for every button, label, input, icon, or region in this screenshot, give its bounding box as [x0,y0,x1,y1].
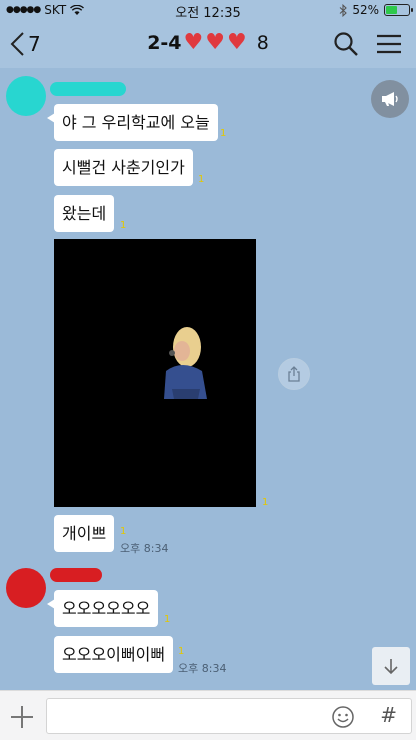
battery-icon [384,4,413,16]
message-bubble[interactable]: 야 그 우리학교에 오늘 [47,104,218,141]
hashtag-icon[interactable]: # [380,703,397,727]
message-bubble[interactable]: 오오오오오오 [46,590,159,627]
share-button[interactable] [278,358,310,390]
heart-icon: ♥ [205,30,225,55]
plus-icon[interactable] [8,703,36,731]
chat-area[interactable]: 야 그 우리학교에 오늘 1 시뻘건 사춘기인가 1 왔는데 1 1 개이쁘 1… [0,68,416,688]
message-text: 개이쁘 [62,524,107,543]
message-time: 오후 8:34 [178,662,227,675]
unread-count: 1 [120,220,127,231]
unread-count: 1 [198,174,205,185]
sender-name [50,82,126,96]
message-bubble[interactable]: 오오오이뻐이뻐 [54,636,174,673]
scroll-down-button[interactable] [372,647,410,685]
arrow-down-icon [384,659,398,675]
sender-name [50,568,102,582]
message-text: 시뻘건 사춘기인가 [62,158,185,177]
message-time: 오후 8:34 [120,542,169,555]
avatar[interactable] [6,76,46,116]
unread-count: 1 [220,128,227,139]
status-right: 52% [339,3,413,17]
unread-count: 1 [262,497,269,508]
bluetooth-icon [339,3,348,17]
photo-message[interactable] [54,239,256,507]
message-text: 오오오오오오 [62,599,151,618]
performer-photo [164,327,207,399]
announcement-button[interactable] [371,80,409,118]
member-count: 8 [256,32,269,54]
message-bubble[interactable]: 왔는데 [54,195,115,232]
heart-icon: ♥ [226,30,247,55]
megaphone-icon [382,92,398,106]
status-bar: ●●●●● SKT 오전 12:35 52% [0,0,416,21]
message-text: 오오오이뻐이뻐 [62,645,166,664]
unread-count: 1 [164,614,171,625]
message-input[interactable]: # [46,698,412,734]
menu-icon[interactable] [375,30,403,58]
message-text: 야 그 우리학교에 오늘 [62,113,210,132]
unread-count: 1 [178,646,185,657]
avatar[interactable] [6,568,46,608]
message-bubble[interactable]: 시뻘건 사춘기인가 [54,149,193,186]
search-icon[interactable] [332,30,360,58]
heart-icon: ♥ [183,30,204,55]
room-name: 2-4 [147,32,182,54]
share-icon [288,366,300,382]
unread-count: 1 [120,526,127,537]
battery-percent: 52% [352,3,379,17]
message-text: 왔는데 [62,204,107,223]
input-bar: # [0,690,416,740]
battery-fill [386,6,398,14]
chat-header: 7 2-4 ♥ ♥ ♥ 8 [0,20,416,68]
emoji-icon[interactable] [331,705,355,729]
message-bubble[interactable]: 개이쁘 [54,515,115,552]
